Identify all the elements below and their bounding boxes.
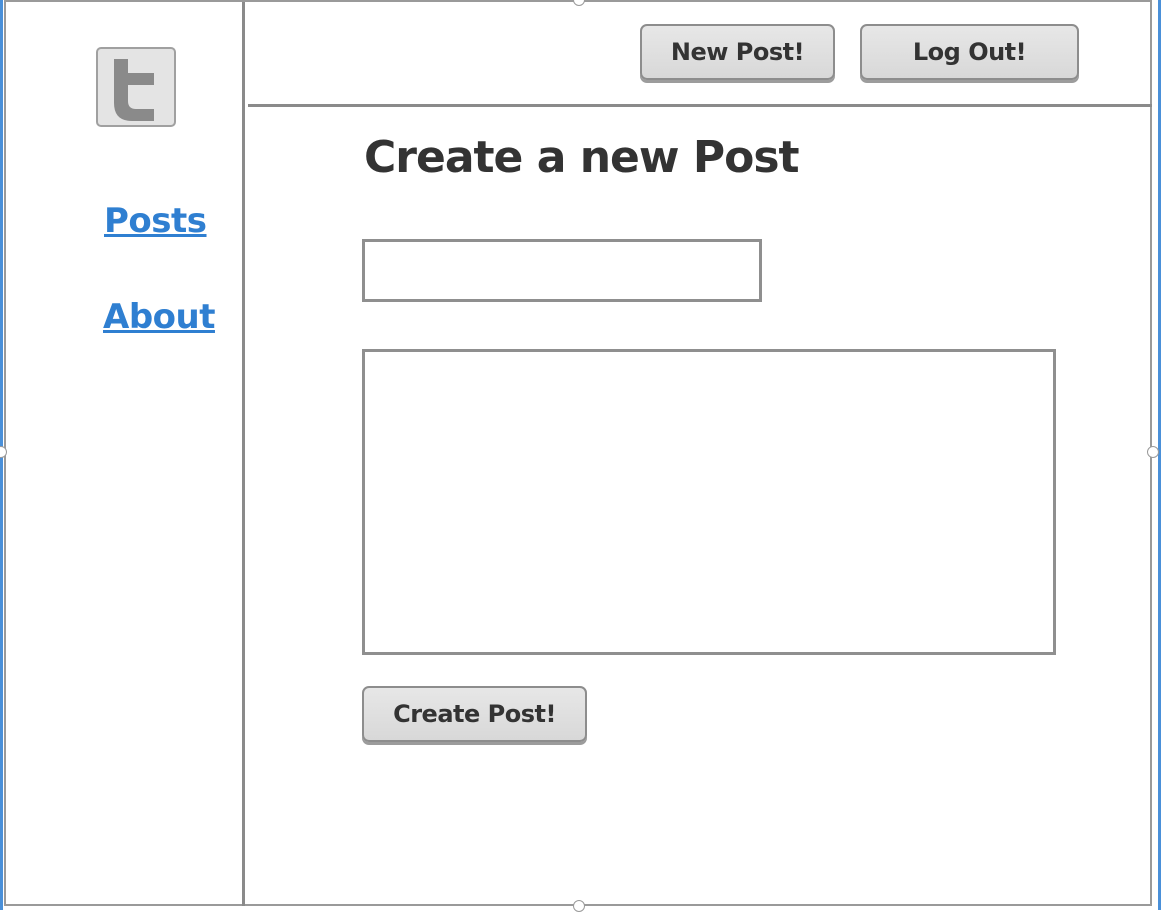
resize-handle-bottom[interactable] — [573, 900, 585, 912]
create-post-button[interactable]: Create Post! — [362, 686, 587, 742]
sidebar-divider — [242, 2, 245, 906]
post-title-input[interactable] — [362, 239, 762, 302]
post-body-textarea[interactable] — [362, 349, 1056, 655]
sidebar-item-about[interactable]: About — [103, 297, 215, 337]
resize-handle-right[interactable] — [1147, 446, 1159, 458]
new-post-button[interactable]: New Post! — [640, 24, 835, 80]
canvas-right-edge — [1158, 0, 1161, 910]
twitter-logo-icon[interactable] — [96, 47, 176, 127]
header-divider — [248, 104, 1152, 107]
logout-button[interactable]: Log Out! — [860, 24, 1079, 80]
sidebar — [6, 2, 242, 906]
sidebar-item-posts[interactable]: Posts — [104, 201, 207, 241]
page-title: Create a new Post — [364, 132, 800, 183]
